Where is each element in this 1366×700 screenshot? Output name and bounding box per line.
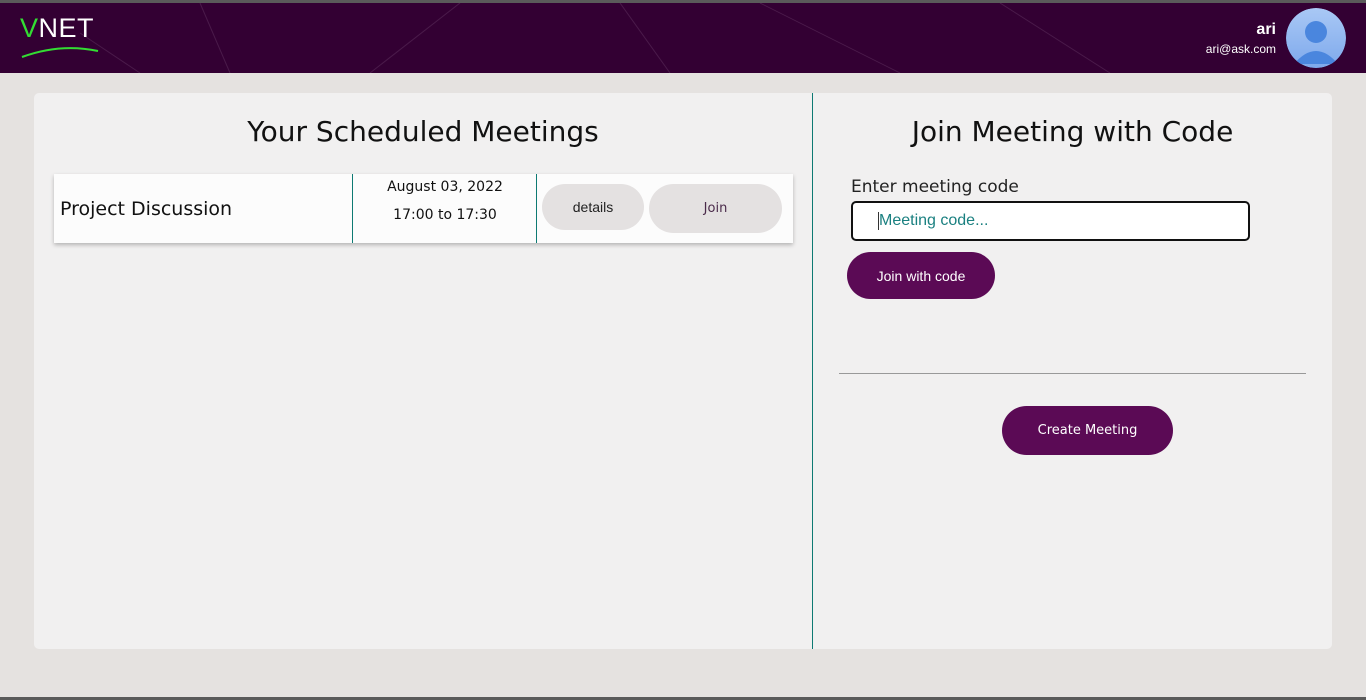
user-email: ari@ask.com	[1205, 42, 1276, 56]
app-header: VNET ari ari@ask.com	[0, 3, 1366, 73]
meeting-join-button[interactable]: Join	[649, 184, 782, 233]
main-panel: Your Scheduled Meetings Project Discussi…	[34, 93, 1332, 649]
meeting-code-input[interactable]	[851, 201, 1250, 241]
vnet-logo[interactable]: VNET	[20, 13, 102, 61]
meeting-details-button[interactable]: details	[542, 184, 644, 230]
join-with-code-title: Join Meeting with Code	[911, 115, 1234, 148]
create-meeting-button[interactable]: Create Meeting	[1002, 406, 1173, 455]
logo-swoosh	[21, 47, 99, 58]
text-cursor	[878, 212, 879, 230]
join-with-code-button[interactable]: Join with code	[847, 252, 995, 299]
meeting-code-label: Enter meeting code	[851, 177, 1019, 197]
meeting-date: August 03, 2022	[387, 179, 503, 195]
meeting-time: 17:00 to 17:30	[393, 207, 497, 223]
header-background-pattern	[79, 3, 1111, 73]
logo-text: VNET	[20, 13, 94, 44]
section-divider	[839, 373, 1306, 374]
user-name: ari	[1256, 21, 1276, 38]
cell-separator	[536, 174, 537, 243]
user-avatar-icon[interactable]	[1286, 8, 1346, 68]
logo-letters-net: NET	[38, 13, 95, 43]
logo-letter-v: V	[20, 13, 39, 43]
meeting-name: Project Discussion	[60, 198, 233, 220]
panel-divider	[812, 93, 813, 649]
scheduled-meetings-title: Your Scheduled Meetings	[247, 115, 599, 148]
meeting-row: Project Discussion August 03, 2022 17:00…	[54, 174, 793, 243]
